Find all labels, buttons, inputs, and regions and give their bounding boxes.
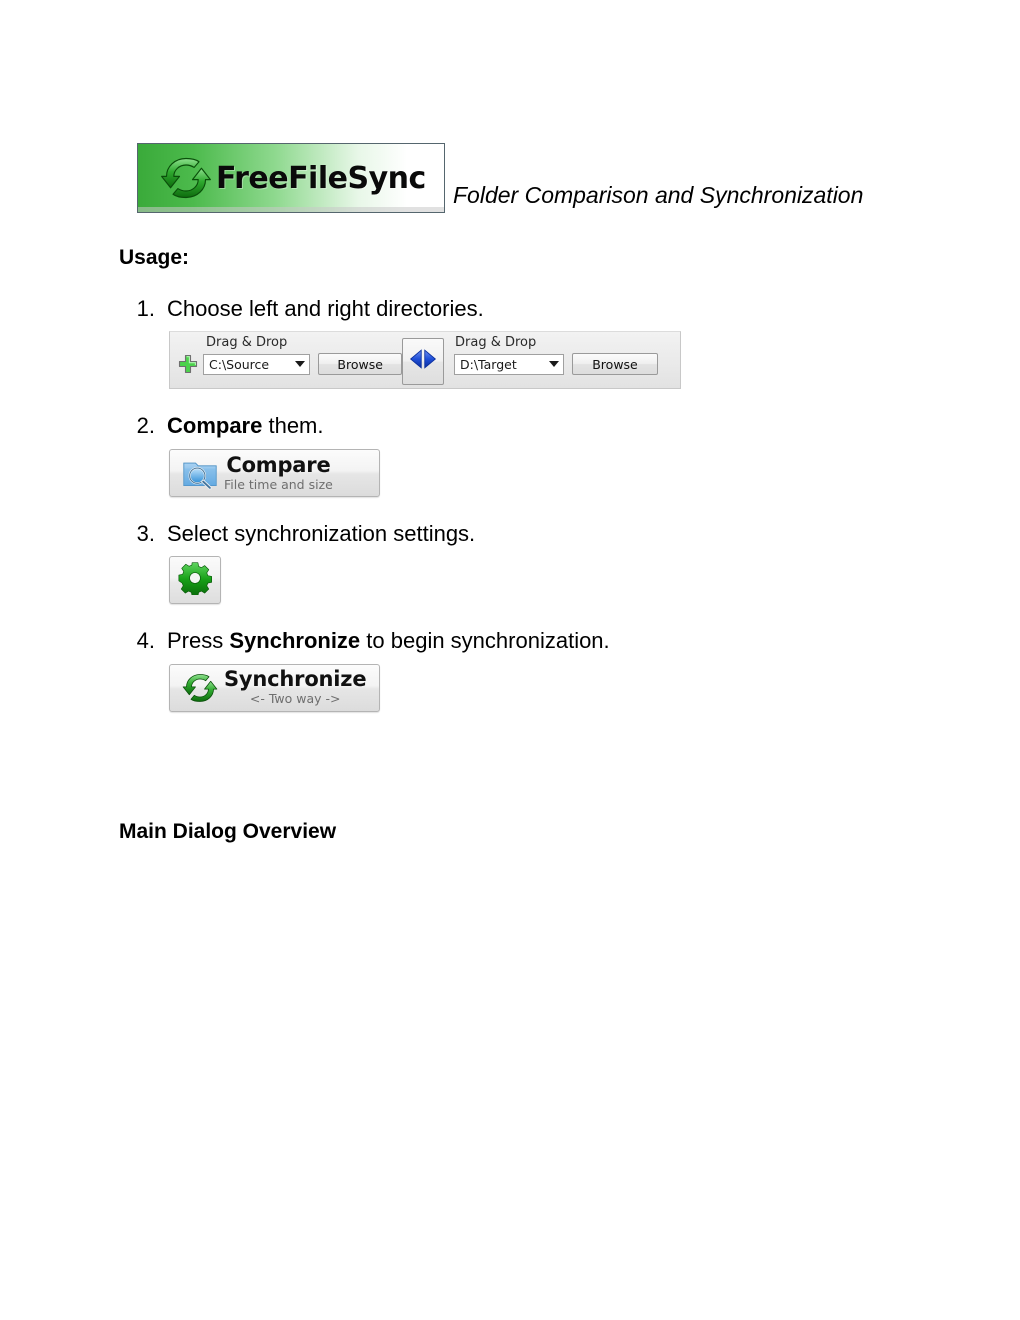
synchronize-button-title: Synchronize (224, 667, 367, 692)
document-page: FreeFileSync Folder Comparison and Synch… (0, 0, 1020, 1320)
list-item-text-bold: Synchronize (229, 628, 361, 654)
left-drag-drop-label: Drag & Drop (206, 335, 288, 351)
right-browse-button[interactable]: Browse (572, 353, 658, 376)
synchronize-button-figure: Synchronize <- Two way -> (169, 663, 919, 712)
list-item-text-part: Press (167, 628, 230, 654)
list-item-text: Press Synchronize to begin synchronizati… (167, 628, 610, 654)
swap-left-right-arrows-icon (408, 347, 438, 376)
swap-sides-button[interactable] (402, 338, 444, 386)
compare-button-title: Compare (226, 452, 331, 477)
list-item-text: Compare them. (167, 413, 324, 439)
usage-steps-list: 1. Choose left and right directories. Dr… (119, 296, 919, 712)
folder-magnifier-icon (182, 455, 218, 491)
compare-button[interactable]: Compare File time and size (169, 448, 380, 497)
list-item-text: Choose left and right directories. (167, 296, 484, 322)
left-browse-button[interactable]: Browse (318, 353, 402, 376)
chevron-down-icon (549, 361, 559, 368)
list-item: 3. Select synchronization settings. (119, 520, 919, 605)
right-path-value: D:\Target (460, 356, 517, 372)
left-directory-group: Drag & Drop C:\Source Browse (178, 335, 402, 376)
list-item: 2. Compare them. Compare File time and s… (119, 413, 919, 497)
drag-drop-panel: Drag & Drop C:\Source Browse Drag & Drop… (169, 331, 681, 390)
green-sync-arrows-icon (182, 670, 218, 706)
list-item-number: 3. (136, 520, 155, 546)
chevron-down-icon (295, 361, 306, 368)
document-header: FreeFileSync Folder Comparison and Synch… (137, 143, 863, 213)
list-item-text-part: Select synchronization settings. (167, 520, 476, 546)
usage-heading: Usage: (119, 246, 190, 269)
list-item-number: 2. (136, 413, 155, 439)
sync-settings-button[interactable] (169, 556, 221, 605)
settings-button-figure (169, 556, 919, 605)
freefilesync-logo: FreeFileSync (137, 143, 445, 213)
list-item-number: 4. (136, 628, 155, 654)
drag-drop-panel-figure: Drag & Drop C:\Source Browse Drag & Drop… (169, 331, 919, 390)
list-item-text-bold: Compare (167, 413, 263, 439)
list-item: 1. Choose left and right directories. Dr… (119, 296, 919, 390)
synchronize-button[interactable]: Synchronize <- Two way -> (169, 663, 380, 712)
left-path-combobox[interactable]: C:\Source (203, 353, 311, 375)
plus-icon[interactable] (178, 354, 198, 374)
document-tagline: Folder Comparison and Synchronization (453, 182, 864, 208)
right-drag-drop-label: Drag & Drop (455, 335, 537, 351)
sync-arrows-icon (160, 152, 212, 204)
list-item-text-part: Choose left and right directories. (167, 296, 484, 321)
logo-brand-text: FreeFileSync (216, 160, 426, 196)
list-item-number: 1. (136, 296, 155, 321)
right-directory-group: Drag & Drop D:\Target Browse (454, 335, 668, 376)
list-item-text-part: them. (262, 413, 324, 439)
main-dialog-overview-heading: Main Dialog Overview (119, 820, 337, 843)
green-gear-icon (178, 561, 212, 600)
left-path-value: C:\Source (209, 356, 270, 372)
compare-button-subtitle: File time and size (224, 476, 333, 492)
list-item-text: Select synchronization settings. (167, 521, 475, 547)
list-item: 4. Press Synchronize to begin synchroniz… (119, 628, 919, 712)
right-path-combobox[interactable]: D:\Target (454, 353, 564, 375)
compare-button-figure: Compare File time and size (169, 448, 919, 497)
synchronize-button-subtitle: <- Two way -> (249, 691, 341, 707)
list-item-text-part: to begin synchronization. (360, 628, 610, 654)
